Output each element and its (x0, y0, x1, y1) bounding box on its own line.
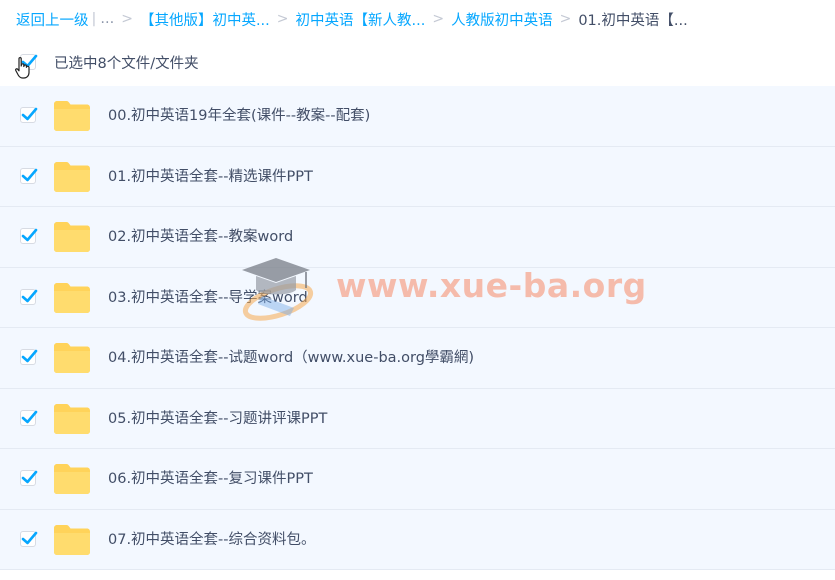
file-row[interactable]: 01.初中英语全套--精选课件PPT (0, 146, 835, 207)
file-checkbox[interactable] (20, 470, 38, 486)
file-checkbox[interactable] (20, 288, 38, 305)
file-browser: 返回上一级 | ... > 【其他版】初中英... > 初中英语【新人教... … (0, 0, 835, 580)
breadcrumb-separator-icon: > (276, 11, 289, 27)
file-name[interactable]: 01.初中英语全套--精选课件PPT (108, 147, 313, 207)
folder-icon (54, 524, 90, 555)
breadcrumb-separator-icon: > (121, 11, 133, 27)
breadcrumb-ellipsis[interactable]: ... (100, 11, 114, 27)
checkmark-icon (21, 168, 38, 181)
file-row[interactable]: 06.初中英语全套--复习课件PPT (0, 449, 835, 510)
file-checkbox[interactable] (20, 228, 38, 244)
file-checkbox[interactable] (20, 530, 38, 547)
file-row[interactable]: 03.初中英语全套--导学案word (0, 267, 835, 328)
file-list: 00.初中英语19年全套(课件--教案--配套) 01.初中英语全套--精选课件P… (0, 86, 835, 570)
folder-icon (54, 464, 90, 494)
file-checkbox[interactable] (20, 409, 38, 426)
file-name[interactable]: 04.初中英语全套--试题word（www.xue-ba.org學霸網) (108, 328, 474, 388)
file-name[interactable]: 05.初中英语全套--习题讲评课PPT (108, 389, 327, 449)
folder-icon (54, 343, 90, 373)
back-link[interactable]: 返回上一级 (16, 9, 89, 30)
file-name[interactable]: 07.初中英语全套--综合资料包。 (108, 510, 316, 570)
file-row[interactable]: 07.初中英语全套--综合资料包。 (0, 509, 835, 570)
file-row[interactable]: 02.初中英语全套--教案word (0, 207, 835, 268)
file-checkbox[interactable] (20, 349, 38, 365)
folder-icon (54, 403, 90, 434)
folder-icon (54, 282, 90, 313)
checkmark-icon (21, 107, 38, 121)
breadcrumb-item-pep-english[interactable]: 人教版初中英语 (451, 9, 553, 30)
file-row[interactable]: 04.初中英语全套--试题word（www.xue-ba.org學霸網) (0, 328, 835, 389)
folder-icon (54, 161, 90, 192)
file-name[interactable]: 06.初中英语全套--复习课件PPT (108, 449, 313, 509)
file-name[interactable]: 00.初中英语19年全套(课件--教案--配套) (108, 86, 370, 146)
hand-pointer-icon (15, 57, 30, 79)
file-row[interactable]: 05.初中英语全套--习题讲评课PPT (0, 388, 835, 449)
breadcrumb-current: 01.初中英语【... (578, 12, 688, 29)
breadcrumb: 返回上一级 | ... > 【其他版】初中英... > 初中英语【新人教... … (16, 0, 688, 38)
file-name[interactable]: 02.初中英语全套--教案word (108, 207, 293, 267)
folder-icon (54, 222, 90, 252)
file-checkbox[interactable] (20, 167, 38, 184)
breadcrumb-item-other-edition[interactable]: 【其他版】初中英... (140, 9, 270, 30)
checkmark-icon (21, 289, 38, 302)
checkmark-icon (21, 228, 38, 242)
checkmark-icon (21, 410, 38, 423)
checkmark-icon (21, 531, 38, 544)
file-row[interactable]: 00.初中英语19年全套(课件--教案--配套) (0, 86, 835, 147)
breadcrumb-separator-icon: > (432, 11, 445, 27)
checkmark-icon (21, 349, 38, 363)
breadcrumb-separator-icon: > (559, 11, 572, 27)
breadcrumb-divider: | (91, 11, 97, 27)
file-name[interactable]: 03.初中英语全套--导学案word (108, 268, 308, 328)
breadcrumb-item-new-pep[interactable]: 初中英语【新人教... (296, 9, 426, 30)
selection-count-label: 已选中8个文件/文件夹 (54, 55, 199, 72)
file-checkbox[interactable] (20, 107, 38, 123)
folder-icon (54, 101, 90, 131)
select-all-row: 已选中8个文件/文件夹 (0, 44, 835, 80)
checkmark-icon (21, 470, 38, 484)
